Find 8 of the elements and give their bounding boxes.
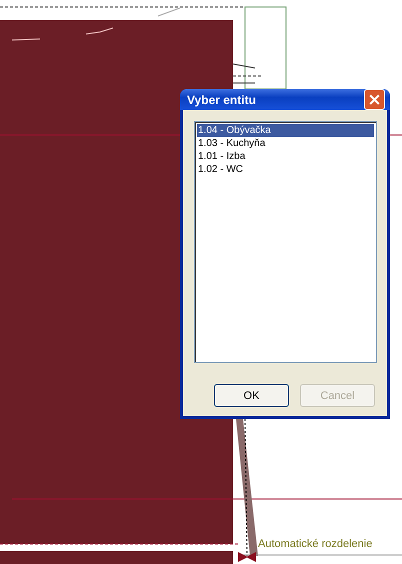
dialog-title: Vyber entitu [187, 92, 256, 106]
list-item[interactable]: 1.03 - Kuchyňa [197, 137, 374, 150]
list-item[interactable]: 1.01 - Izba [197, 150, 374, 163]
list-item[interactable]: 1.02 - WC [197, 163, 374, 176]
ok-button[interactable]: OK [214, 384, 289, 407]
list-item[interactable]: 1.04 - Obývačka [197, 124, 374, 137]
annotation-label: Automatické rozdelenie [258, 538, 372, 550]
close-button[interactable]: × [364, 89, 385, 110]
